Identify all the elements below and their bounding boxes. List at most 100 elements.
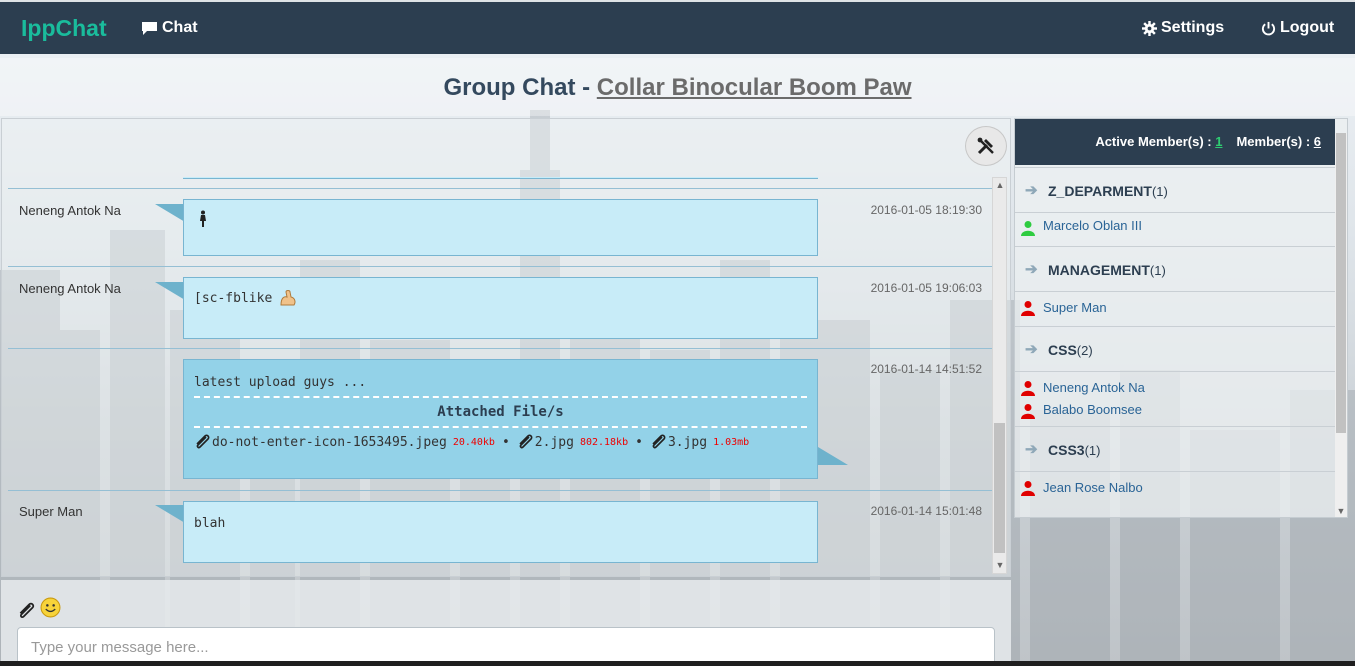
arrow-right-icon: ➔ [1025,341,1038,358]
bubble-tail [818,447,848,465]
user-offline-icon [1021,481,1035,496]
department-count: (1) [1084,443,1101,458]
attachment-file-size: 1.03mb [713,436,750,448]
message-row: Super Man blah 2016-01-14 15:01:48 [8,490,992,574]
emoji-button[interactable] [40,597,61,623]
nav-logout-link[interactable]: Logout [1261,19,1334,37]
arrow-right-icon: ➔ [1025,261,1038,278]
message-row: latest upload guys ... Attached File/s d… [8,348,992,490]
nav-settings-link[interactable]: Settings [1142,19,1224,37]
message-bubble: blah [183,501,818,563]
page-title: Group Chat - Collar Binocular Boom Paw [0,74,1355,102]
member-item[interactable]: Balabo Boomsee [1015,402,1335,426]
message-sender: Neneng Antok Na [19,281,121,296]
user-offline-icon [1021,404,1035,419]
active-members-count[interactable]: 1 [1215,134,1222,149]
attachment-list: do-not-enter-icon-1653495.jpeg 20.40kb •… [184,434,817,450]
previous-message-bubble [183,177,818,179]
message-row: Neneng Antok Na 2016-01-05 18:19:30 [8,188,992,266]
paperclip-icon [519,434,533,449]
attachment-file-size: 802.18kb [579,436,629,448]
nav-logout-label: Logout [1280,19,1335,36]
message-bubble-attachments: latest upload guys ... Attached File/s d… [183,359,818,479]
department-count: (2) [1076,343,1093,358]
department-header[interactable]: ➔ CSS(2) [1015,326,1335,372]
message-scrollbar[interactable]: ▲ ▼ [992,177,1007,574]
chat-tools-button[interactable] [965,126,1007,166]
attachment-file-link[interactable]: do-not-enter-icon-1653495.jpeg [212,435,447,450]
bubble-tail [155,282,185,300]
divider [194,396,807,398]
chat-panel: Neneng Antok Na 2016-01-05 18:19:30 Nene… [1,118,1011,577]
scroll-thumb[interactable] [994,423,1005,553]
attachment-file-size: 20.40kb [452,436,495,448]
message-bubble [183,199,818,256]
user-offline-icon [1021,381,1035,396]
tools-icon [977,137,994,155]
page-title-prefix: Group Chat - [443,74,597,101]
member-item[interactable]: Marcelo Oblan III [1015,213,1335,246]
nav-settings-label: Settings [1161,19,1225,36]
nav-chat-link[interactable]: Chat [141,19,198,37]
taskbar-strip [0,661,1355,666]
members-scrollbar[interactable]: ▼ [1335,133,1347,517]
member-name: Super Man [1043,300,1107,315]
active-members-label: Active Member(s) : [1095,134,1216,149]
message-timestamp: 2016-01-14 15:01:48 [870,504,982,518]
nav-chat-label: Chat [162,19,198,36]
flexed-arm-icon [280,290,296,306]
attach-file-button[interactable] [17,602,37,625]
department-header[interactable]: ➔ Z_DEPARMENT(1) [1015,167,1335,213]
attachment-file-link[interactable]: 3.jpg [668,435,707,450]
department-name: CSS3 [1048,442,1085,458]
brand-logo[interactable]: IppChat [21,15,107,42]
department-name: Z_DEPARMENT [1048,183,1152,199]
members-label: Member(s) : [1236,134,1314,149]
separator-dot: • [635,434,643,450]
arrow-right-icon: ➔ [1025,182,1038,199]
message-text: blah [194,516,226,531]
department-header[interactable]: ➔ CSS3(1) [1015,426,1335,472]
bubble-tail [155,204,185,222]
divider [194,426,807,428]
members-summary: Active Member(s) : 1 Member(s) : 6 [1015,119,1335,165]
member-item[interactable]: Super Man [1015,292,1335,326]
paperclip-icon [196,434,210,449]
attachment-file-link[interactable]: 2.jpg [535,435,574,450]
member-name: Balabo Boomsee [1043,402,1143,417]
department-count: (1) [1151,184,1168,199]
smiley-icon [40,597,61,618]
top-navbar: IppChat Chat Settings Logout [0,0,1355,54]
message-timestamp: 2016-01-14 14:51:52 [870,362,982,376]
separator-dot: • [501,434,510,450]
user-online-icon [1021,221,1035,236]
member-list: ➔ Z_DEPARMENT(1) Marcelo Oblan III ➔ MANAG… [1015,167,1335,504]
message-sender: Super Man [19,504,83,519]
message-timestamp: 2016-01-05 19:06:03 [870,281,982,295]
power-icon [1261,21,1276,35]
user-offline-icon [1021,301,1035,316]
message-bubble: [sc-fblike [183,277,818,339]
members-count[interactable]: 6 [1314,134,1321,149]
attachments-title: Attached File/s [437,404,564,420]
message-text: [sc-fblike [194,291,273,306]
scroll-up-arrow[interactable]: ▲ [995,180,1005,190]
message-row: Neneng Antok Na [sc-fblike 2016-01-05 19… [8,266,992,348]
member-name: Neneng Antok Na [1043,380,1145,395]
department-header[interactable]: ➔ MANAGEMENT(1) [1015,246,1335,292]
department-name: MANAGEMENT [1048,262,1150,278]
scroll-down-arrow[interactable]: ▼ [995,560,1005,570]
members-scroll-down-arrow[interactable]: ▼ [1336,506,1346,516]
person-figure-icon [200,210,206,227]
members-scroll-thumb[interactable] [1336,133,1346,433]
message-text: latest upload guys ... [194,375,367,390]
arrow-right-icon: ➔ [1025,441,1038,458]
paperclip-icon [652,434,666,449]
member-name: Marcelo Oblan III [1043,218,1142,233]
group-name-link[interactable]: Collar Binocular Boom Paw [597,74,912,101]
message-sender: Neneng Antok Na [19,203,121,218]
member-item[interactable]: Neneng Antok Na [1015,372,1335,402]
message-timestamp: 2016-01-05 18:19:30 [870,203,982,217]
comment-icon [142,21,157,35]
member-item[interactable]: Jean Rose Nalbo [1015,472,1335,504]
